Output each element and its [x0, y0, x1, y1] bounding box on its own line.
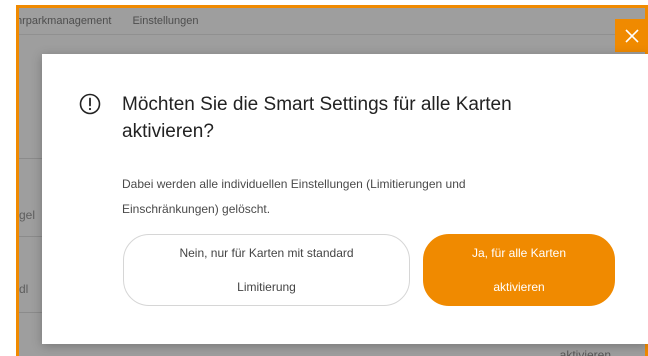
close-icon: [624, 28, 639, 43]
standard-limit-only-button[interactable]: Nein, nur für Karten mit standard Limiti…: [123, 234, 410, 306]
exclamation-circle-icon: [79, 93, 101, 115]
dialog-description: Dabei werden alle individuellen Einstell…: [122, 177, 466, 216]
activate-all-cards-label: Ja, für alle Karten aktivieren: [471, 246, 567, 294]
close-button[interactable]: [615, 19, 648, 52]
activate-all-cards-button[interactable]: Ja, für alle Karten aktivieren: [423, 234, 615, 306]
screen: hrparkmanagement Einstellungen gel dl ak…: [0, 0, 648, 356]
standard-limit-only-label: Nein, nur für Karten mit standard Limiti…: [179, 246, 354, 294]
confirmation-dialog: Möchten Sie die Smart Settings für alle …: [42, 54, 648, 344]
dialog-title: Möchten Sie die Smart Settings für alle …: [122, 94, 512, 142]
